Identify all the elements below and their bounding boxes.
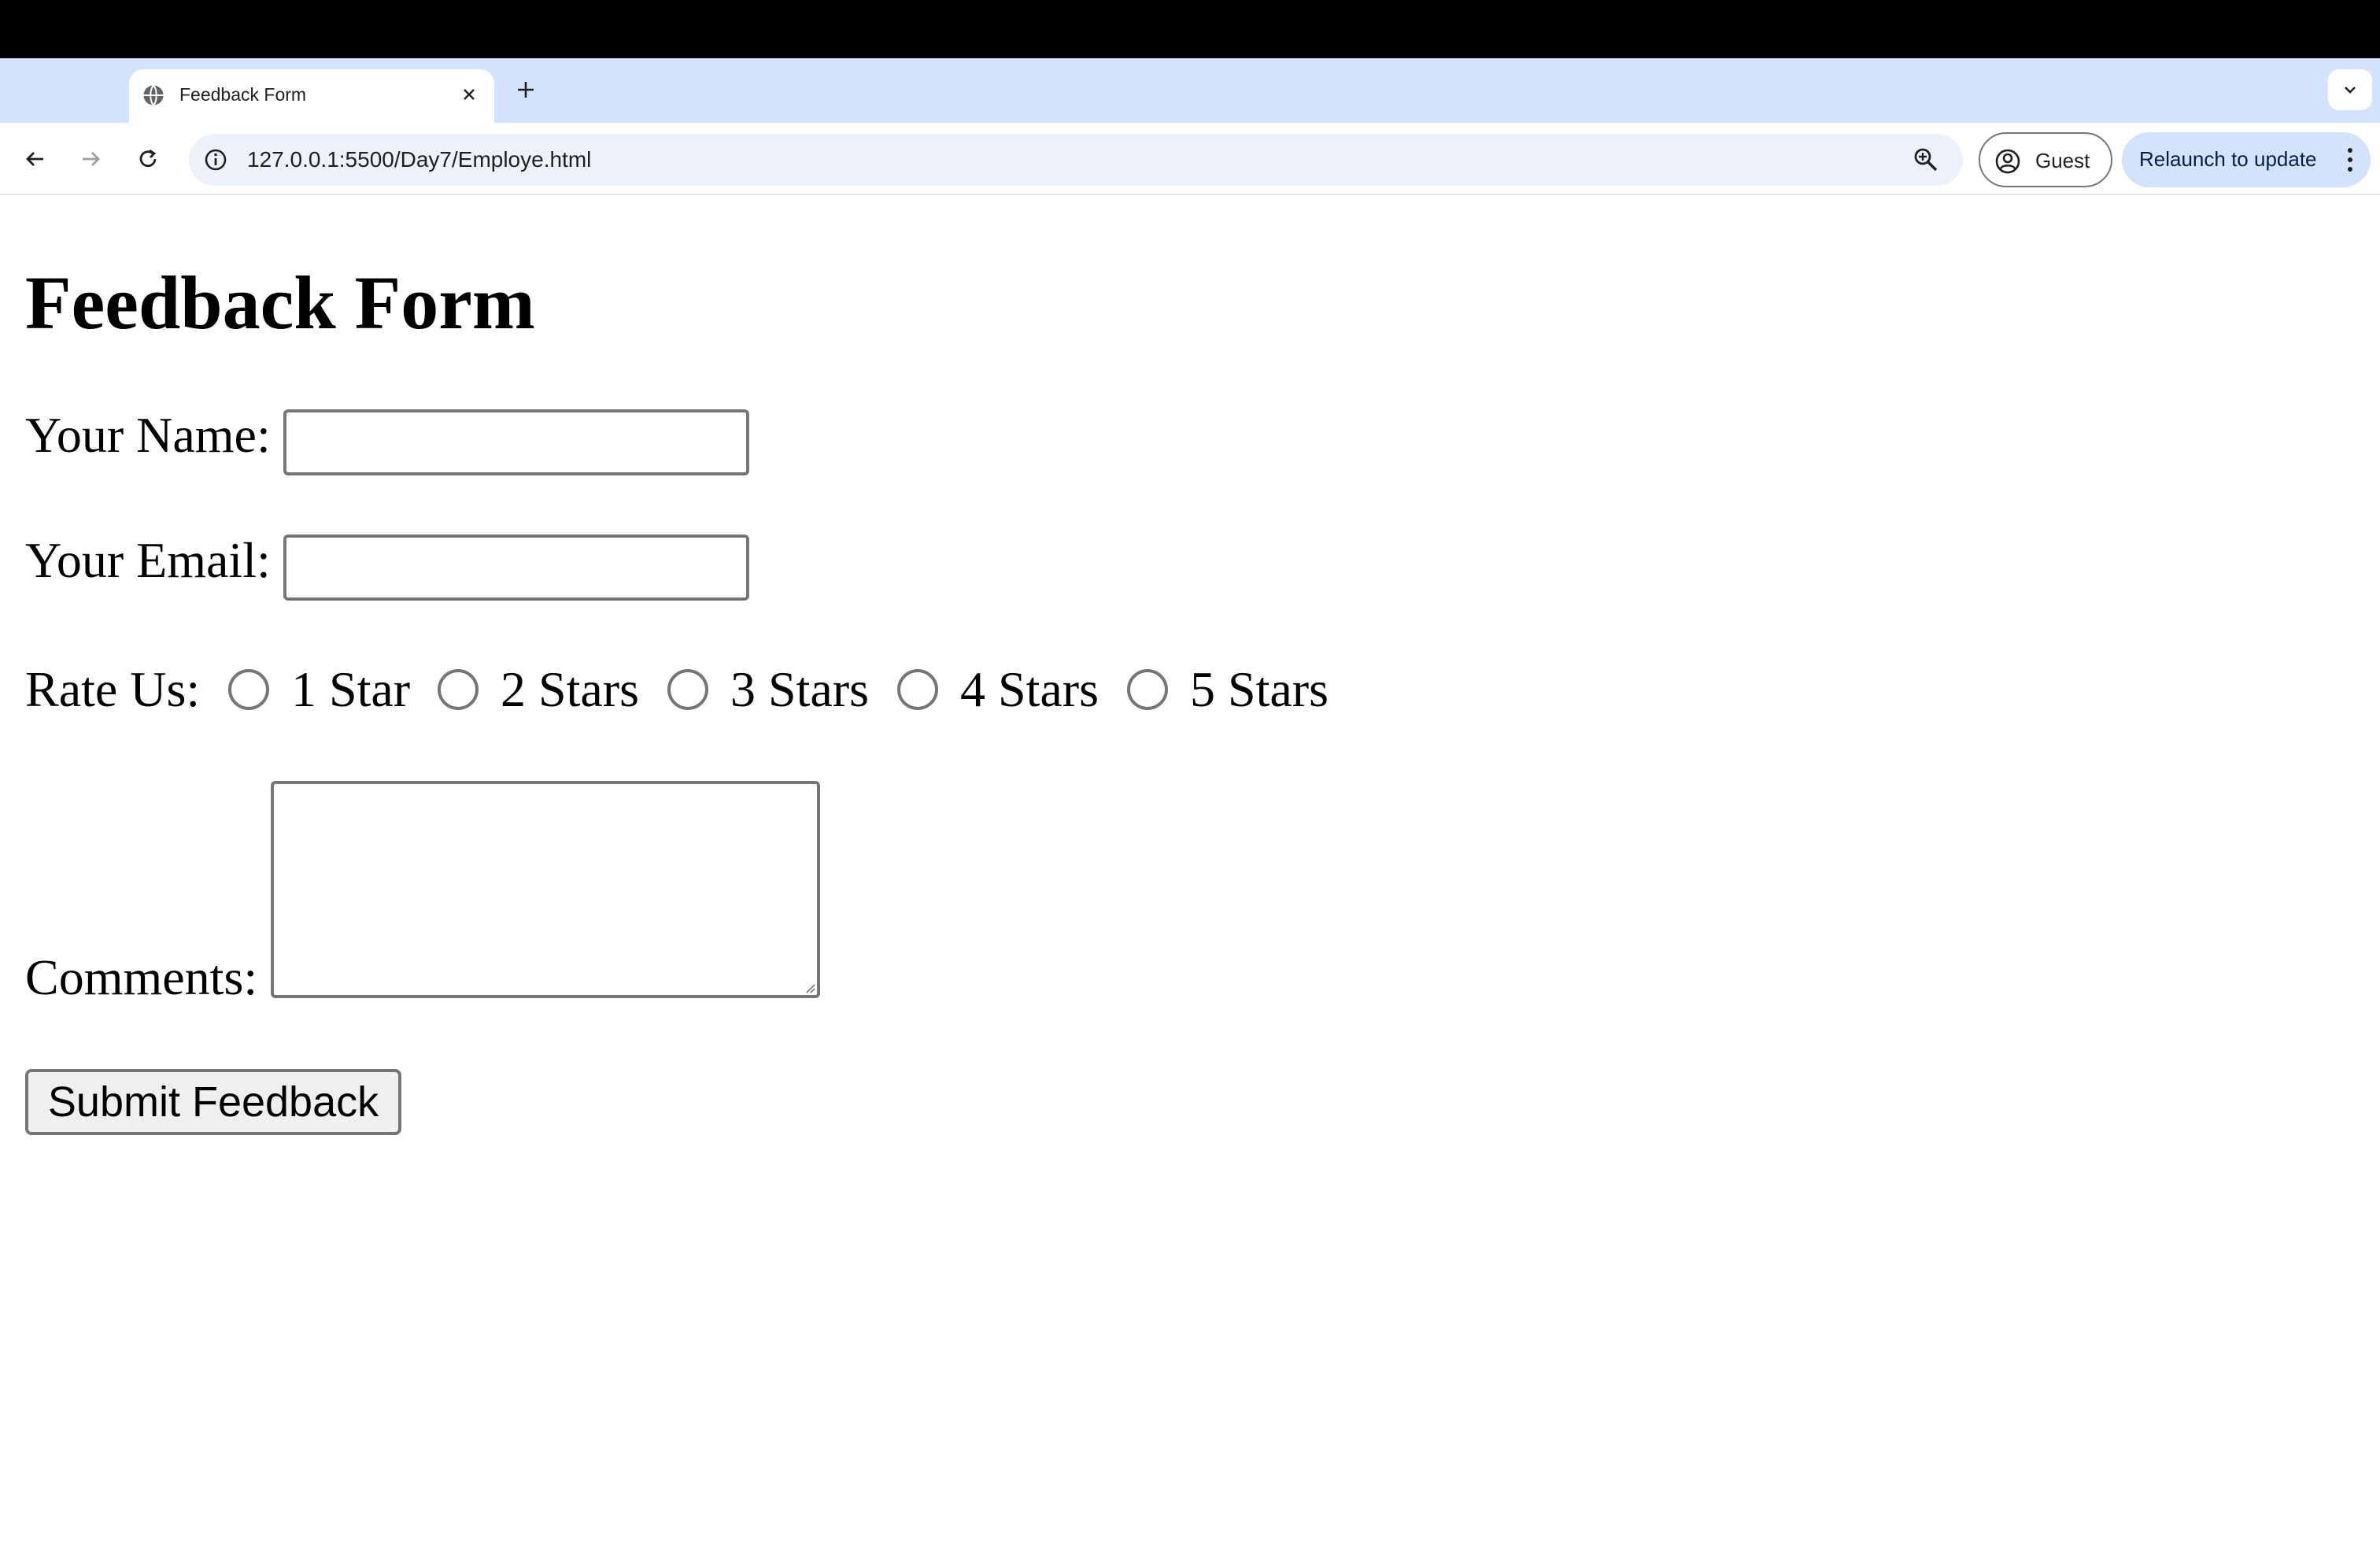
name-label: Your Name:	[25, 407, 271, 463]
plus-icon[interactable]	[510, 74, 541, 105]
rating-radio-5[interactable]	[1127, 669, 1168, 710]
info-icon[interactable]	[203, 147, 228, 172]
email-field[interactable]	[283, 534, 749, 601]
system-bar	[0, 0, 2380, 58]
reload-icon[interactable]	[131, 142, 165, 176]
comments-textarea[interactable]	[271, 781, 820, 998]
arrow-left-icon[interactable]	[17, 142, 52, 176]
rating-label-3[interactable]: 3 Stars	[730, 661, 869, 718]
comments-label: Comments:	[25, 949, 258, 1005]
rating-label-5[interactable]: 5 Stars	[1190, 661, 1329, 718]
page-title: Feedback Form	[25, 261, 535, 345]
rating-radio-3[interactable]	[667, 669, 708, 710]
account-circle-icon	[1995, 149, 2020, 174]
globe-icon	[143, 84, 164, 106]
profile-label: Guest	[2035, 149, 2090, 172]
more-vert-icon[interactable]	[2345, 146, 2355, 173]
resize-grip-icon[interactable]	[803, 981, 815, 993]
browser-toolbar: 127.0.0.1:5500/Day7/Employe.html Guest R…	[0, 123, 2380, 195]
rating-label-1[interactable]: 1 Star	[291, 661, 410, 718]
rate-label: Rate Us:	[25, 661, 201, 717]
arrow-right-icon[interactable]	[74, 142, 109, 176]
tab-strip: Feedback Form	[0, 58, 2380, 123]
chevron-down-icon[interactable]	[2328, 69, 2372, 110]
rating-radio-4[interactable]	[897, 669, 938, 710]
tab-feedback-form[interactable]: Feedback Form	[129, 69, 494, 123]
address-bar[interactable]: 127.0.0.1:5500/Day7/Employe.html	[189, 134, 1963, 186]
profile-button[interactable]: Guest	[1979, 132, 2112, 187]
relaunch-button[interactable]: Relaunch to update	[2122, 132, 2371, 187]
url-text[interactable]: 127.0.0.1:5500/Day7/Employe.html	[247, 147, 591, 172]
rating-radio-2[interactable]	[438, 669, 479, 710]
rating-label-4[interactable]: 4 Stars	[960, 661, 1099, 718]
name-field[interactable]	[283, 409, 749, 475]
zoom-icon[interactable]	[1913, 146, 1939, 173]
page-content: Feedback Form Your Name: Your Email: Rat…	[0, 197, 2380, 1546]
tab-title: Feedback Form	[179, 84, 307, 105]
close-icon[interactable]	[456, 82, 482, 107]
submit-feedback-button[interactable]: Submit Feedback	[25, 1069, 401, 1135]
rating-radio-1[interactable]	[228, 669, 269, 710]
rating-label-2[interactable]: 2 Stars	[501, 661, 639, 718]
email-label: Your Email:	[25, 532, 271, 588]
relaunch-label: Relaunch to update	[2139, 147, 2317, 171]
